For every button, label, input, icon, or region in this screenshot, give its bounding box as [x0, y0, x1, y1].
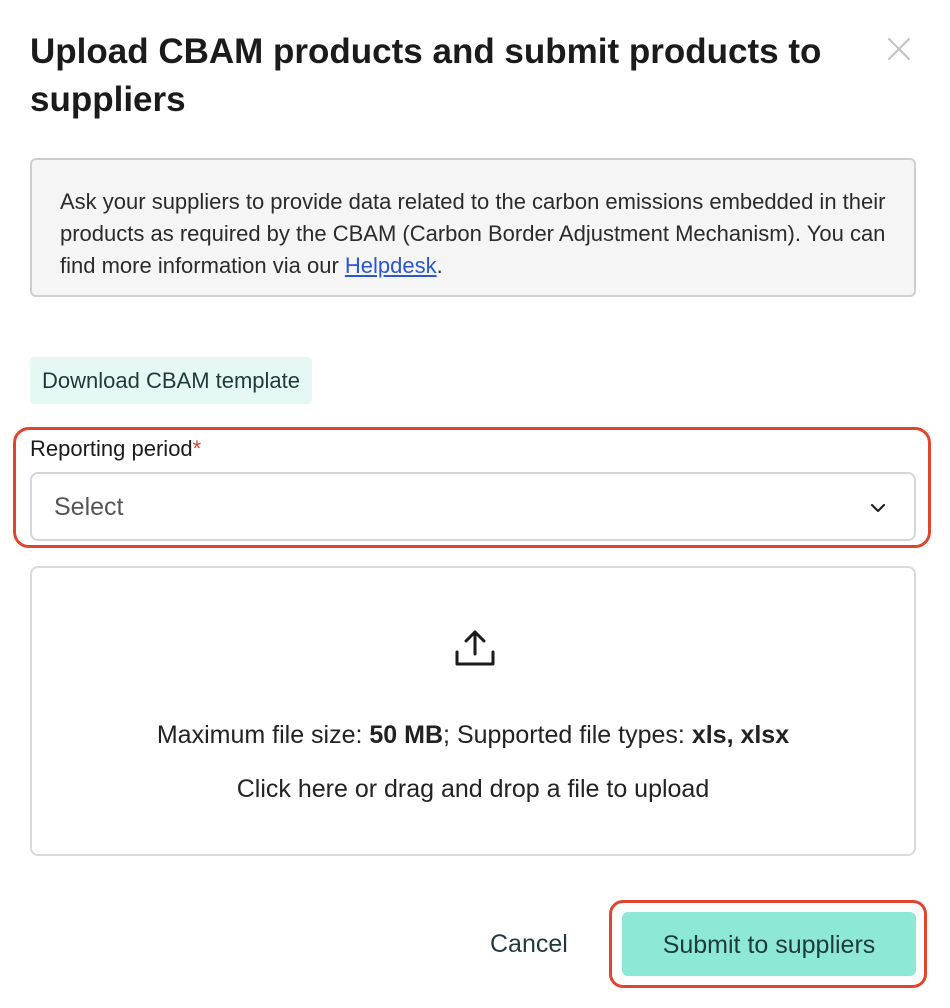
download-cbam-template-button[interactable]: Download CBAM template	[30, 357, 313, 404]
info-suffix: .	[436, 253, 443, 278]
upload-icon	[455, 630, 495, 666]
types-label: ; Supported file types:	[443, 721, 692, 749]
max-size-value: 50 MB	[369, 721, 444, 749]
file-dropzone[interactable]: Maximum file size: 50 MB; Supported file…	[30, 566, 916, 856]
info-text: Ask your suppliers to provide data relat…	[60, 189, 886, 278]
file-constraints: Maximum file size: 50 MB; Supported file…	[32, 718, 914, 752]
reporting-period-placeholder: Select	[54, 493, 124, 521]
reporting-period-select[interactable]: Select	[30, 472, 916, 541]
chevron-down-icon	[870, 503, 886, 513]
submit-to-suppliers-button[interactable]: Submit to suppliers	[622, 912, 916, 976]
modal-title: Upload CBAM products and submit products…	[30, 32, 822, 119]
max-size-label: Maximum file size:	[156, 721, 370, 749]
upload-cbam-modal: Upload CBAM products and submit products…	[0, 0, 950, 1008]
reporting-period-label-text: Reporting period	[30, 436, 193, 461]
types-value: xls, xlsx	[691, 721, 790, 749]
close-icon	[887, 37, 911, 61]
helpdesk-link[interactable]: Helpdesk	[345, 253, 437, 278]
required-asterisk: *	[192, 436, 202, 461]
cancel-button[interactable]: Cancel	[478, 916, 580, 972]
upload-hint: Click here or drag and drop a file to up…	[236, 775, 710, 803]
close-button[interactable]	[884, 34, 914, 64]
info-box: Ask your suppliers to provide data relat…	[30, 158, 916, 297]
reporting-period-label: Reporting period*	[30, 434, 201, 464]
